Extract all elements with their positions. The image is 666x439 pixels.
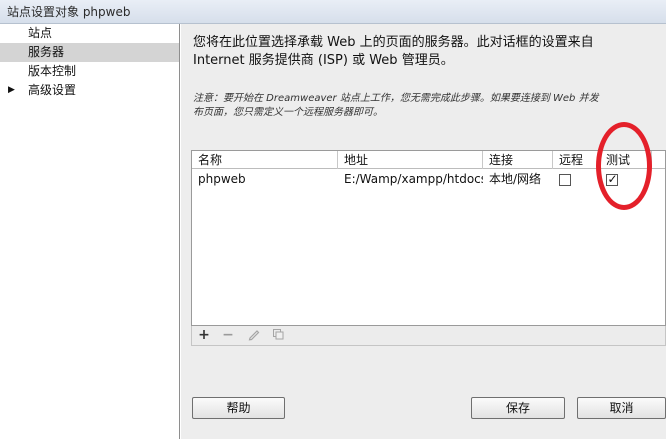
column-header-remote[interactable]: 远程: [553, 151, 600, 169]
remove-server-button[interactable]: −: [220, 327, 236, 343]
window-title-bar: 站点设置对象 phpweb: [0, 0, 666, 24]
help-button[interactable]: 帮助: [192, 397, 285, 419]
plus-icon: +: [198, 327, 210, 343]
note-line: 布页面，您只需定义一个远程服务器即可。: [193, 107, 383, 118]
description-line: Internet 服务提供商 (ISP) 或 Web 管理员。: [193, 53, 454, 68]
category-item-site[interactable]: 站点: [0, 24, 179, 43]
server-table: 名称 地址 连接 远程 测试 phpweb E:/Wamp/xampp/htdo…: [191, 150, 666, 326]
cell-test: ✓: [600, 170, 652, 188]
edit-server-button[interactable]: [246, 327, 262, 343]
cancel-button[interactable]: 取消: [577, 397, 666, 419]
minus-icon: −: [222, 327, 234, 343]
duplicate-icon: [273, 329, 284, 340]
window-title: 站点设置对象 phpweb: [7, 5, 131, 19]
checkmark-icon: ✓: [607, 171, 618, 186]
note-line: 注意：要开始在 Dreamweaver 站点上工作，您无需完成此步骤。如果要连接…: [193, 93, 599, 104]
category-list: 站点 服务器 版本控制 ▶ 高级设置: [0, 24, 180, 439]
category-label: 站点: [28, 26, 53, 40]
category-label: 版本控制: [28, 64, 77, 78]
cell-connection: 本地/网络: [489, 172, 542, 186]
description-line: 您将在此位置选择承载 Web 上的页面的服务器。此对话框的设置来自: [193, 35, 594, 50]
category-item-advanced-settings[interactable]: ▶ 高级设置: [0, 81, 179, 100]
category-item-version-control[interactable]: 版本控制: [0, 62, 179, 81]
column-header-address[interactable]: 地址: [338, 151, 483, 169]
table-header: 名称 地址 连接 远程 测试: [192, 151, 665, 169]
server-list-toolbar: + −: [191, 326, 666, 346]
category-item-servers[interactable]: 服务器: [0, 43, 179, 62]
note-text: 注意：要开始在 Dreamweaver 站点上工作，您无需完成此步骤。如果要连接…: [193, 92, 666, 120]
pencil-icon: [248, 330, 260, 341]
save-button[interactable]: 保存: [471, 397, 565, 419]
category-label: 高级设置: [28, 83, 77, 97]
cell-address: E:/Wamp/xampp/htdocs/...: [344, 172, 483, 186]
cell-remote: [553, 170, 600, 188]
description-text: 您将在此位置选择承载 Web 上的页面的服务器。此对话框的设置来自 Intern…: [193, 34, 658, 70]
expand-arrow-icon[interactable]: ▶: [8, 81, 15, 100]
test-checkbox[interactable]: ✓: [606, 171, 618, 186]
remote-checkbox[interactable]: [559, 173, 571, 186]
column-header-connection[interactable]: 连接: [483, 151, 553, 169]
server-settings-panel: 您将在此位置选择承载 Web 上的页面的服务器。此对话框的设置来自 Intern…: [181, 24, 666, 439]
table-row[interactable]: phpweb E:/Wamp/xampp/htdocs/... 本地/网络 ✓: [192, 170, 665, 189]
category-label: 服务器: [28, 45, 65, 59]
add-server-button[interactable]: +: [196, 327, 212, 343]
column-header-test[interactable]: 测试: [600, 151, 652, 169]
duplicate-server-button[interactable]: [270, 327, 286, 343]
column-header-name[interactable]: 名称: [192, 151, 338, 169]
cell-name: phpweb: [198, 172, 246, 186]
